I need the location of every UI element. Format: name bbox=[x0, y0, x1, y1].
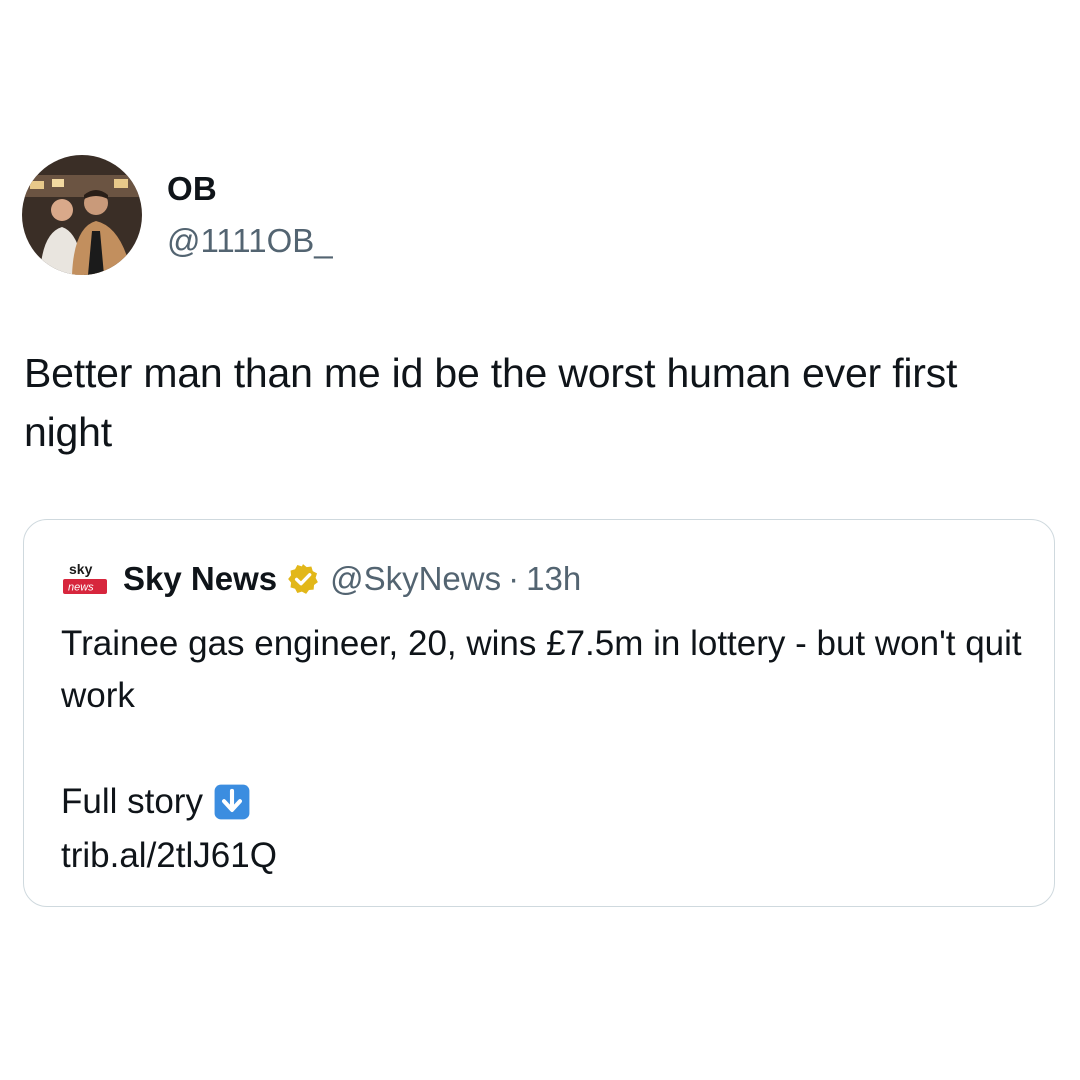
down-arrow-icon bbox=[214, 784, 250, 820]
sky-logo-bottom-text: news bbox=[68, 582, 94, 594]
separator-dot: · bbox=[508, 560, 520, 597]
quoted-tweet-card[interactable]: sky news Sky News @SkyNews · 13h Trainee… bbox=[23, 519, 1055, 907]
author-display-name[interactable]: OB bbox=[167, 169, 333, 209]
sky-news-logo-icon[interactable]: sky news bbox=[61, 559, 111, 599]
full-story-label: Full story bbox=[61, 782, 203, 821]
full-story-line: Full story bbox=[61, 776, 251, 828]
tweet-header: OB @1111OB_ bbox=[22, 155, 333, 275]
tweet-text: Better man than me id be the worst human… bbox=[24, 350, 958, 455]
verified-badge-icon bbox=[288, 564, 318, 594]
author-handle[interactable]: @1111OB_ bbox=[167, 221, 333, 261]
story-link[interactable]: trib.al/2tlJ61Q bbox=[61, 830, 277, 882]
profile-photo-icon bbox=[22, 155, 142, 275]
author-names: OB @1111OB_ bbox=[167, 169, 333, 261]
quoted-tweet-text: Trainee gas engineer, 20, wins £7.5m in … bbox=[61, 624, 1022, 715]
quoted-tweet-header: sky news Sky News @SkyNews · 13h bbox=[61, 558, 581, 600]
quoted-timestamp[interactable]: 13h bbox=[526, 559, 581, 599]
sky-logo-top-text: sky bbox=[69, 561, 93, 577]
quoted-handle[interactable]: @SkyNews bbox=[330, 559, 501, 599]
quoted-display-name[interactable]: Sky News bbox=[123, 559, 277, 599]
avatar[interactable] bbox=[22, 155, 142, 275]
